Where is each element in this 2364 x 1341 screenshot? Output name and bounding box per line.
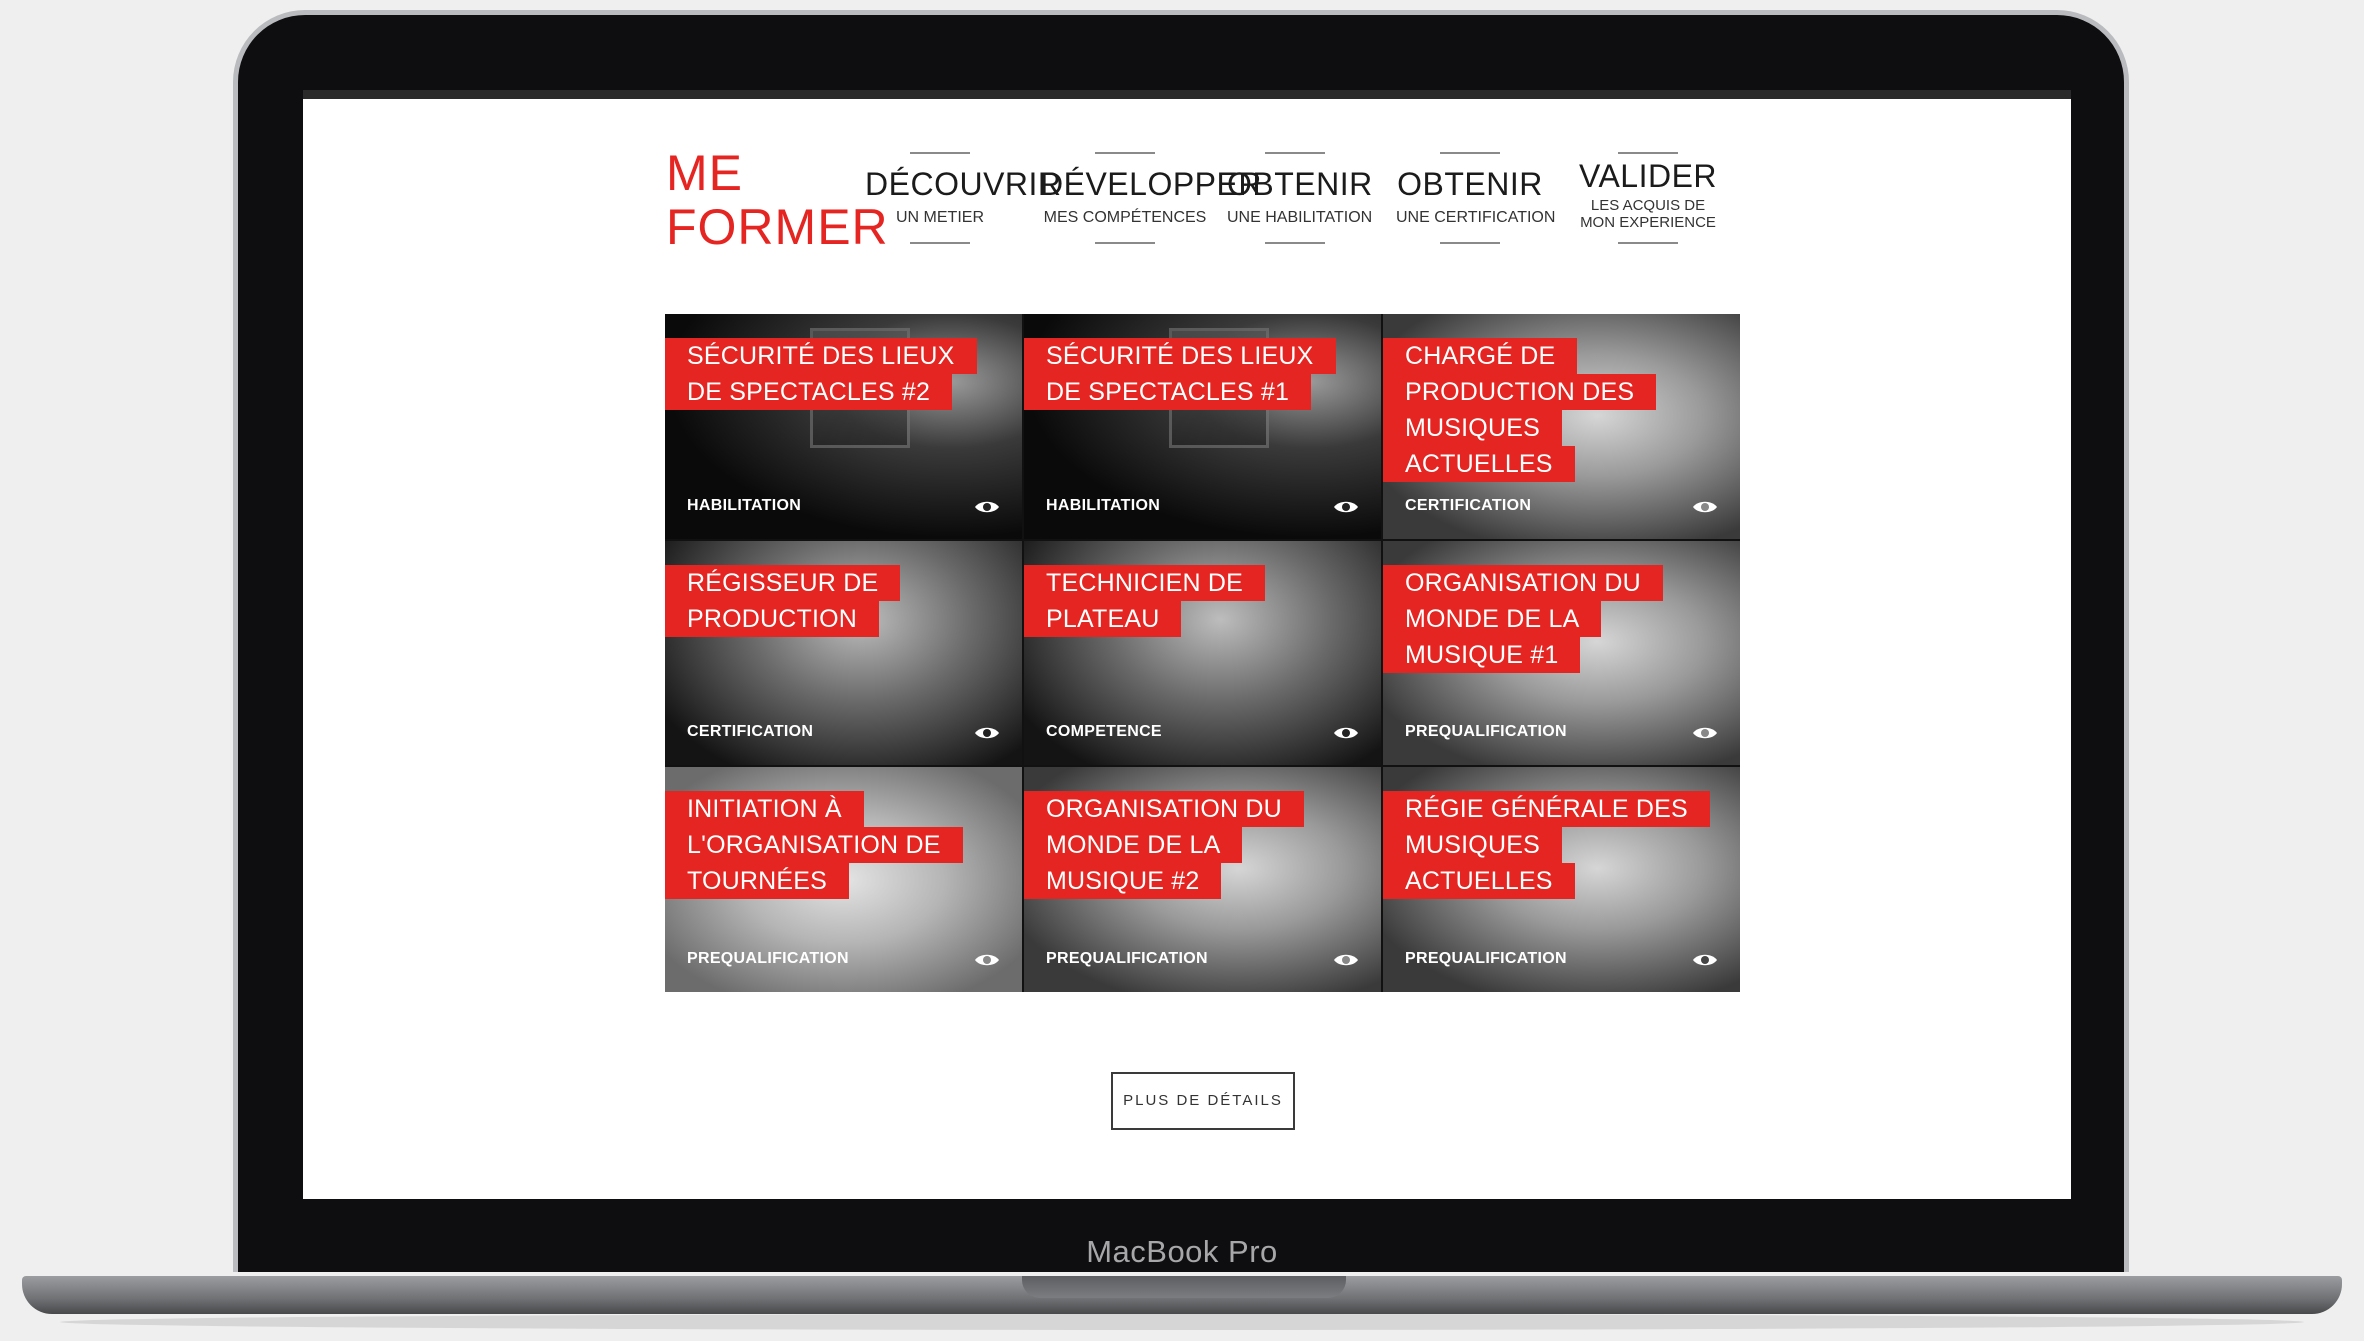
tile-title: INITIATION À L'ORGANISATION DE TOURNÉES <box>665 791 963 900</box>
tile-title: ORGANISATION DU MONDE DE LA MUSIQUE #2 <box>1024 791 1304 900</box>
tile-title: SÉCURITÉ DES LIEUX DE SPECTACLES #2 <box>665 338 977 410</box>
logo-line-2: FORMER <box>666 199 889 255</box>
nav-subtitle: LES ACQUIS DE MON EXPERIENCE <box>1580 197 1716 231</box>
tile-technicien-plateau[interactable]: TECHNICIEN DE PLATEAU COMPETENCE <box>1024 540 1381 766</box>
nav-item-valider[interactable]: VALIDER LES ACQUIS DE MON EXPERIENCE <box>1573 152 1723 244</box>
tile-title-line: PRODUCTION <box>665 600 880 637</box>
tile-category: HABILITATION <box>1046 496 1161 514</box>
tile-initiation-tournees[interactable]: INITIATION À L'ORGANISATION DE TOURNÉES … <box>665 767 1022 992</box>
eye-icon[interactable] <box>1333 725 1359 741</box>
tile-regie-generale[interactable]: RÉGIE GÉNÉRALE DES MUSIQUES ACTUELLES PR… <box>1383 767 1740 992</box>
tile-organisation-musique-2[interactable]: ORGANISATION DU MONDE DE LA MUSIQUE #2 P… <box>1024 767 1381 992</box>
tile-title-line: DE SPECTACLES #1 <box>1024 374 1312 410</box>
tile-title-line: L'ORGANISATION DE <box>665 827 963 864</box>
tile-title-line: MONDE DE LA <box>1024 827 1243 864</box>
tile-title: SÉCURITÉ DES LIEUX DE SPECTACLES #1 <box>1024 338 1336 410</box>
tile-category: PREQUALIFICATION <box>687 950 849 967</box>
eye-icon[interactable] <box>1692 725 1718 741</box>
laptop-mockup: MacBook Pro ME FORMER DÉCOUVRIR UN METIE… <box>0 0 2364 1341</box>
tile-title-line: RÉGIE GÉNÉRALE DES <box>1383 791 1710 828</box>
tile-title: RÉGIE GÉNÉRALE DES MUSIQUES ACTUELLES <box>1383 791 1710 900</box>
tile-title-line: TOURNÉES <box>665 863 850 900</box>
tile-title-line: MONDE DE LA <box>1383 600 1602 637</box>
tile-securite-1[interactable]: EXIT SÉCURITÉ DES LIEUX DE SPECTACLES #1… <box>1024 314 1381 539</box>
tile-regisseur-production[interactable]: RÉGISSEUR DE PRODUCTION CERTIFICATION <box>665 540 1022 766</box>
nav-item-decouvrir[interactable]: DÉCOUVRIR UN METIER <box>865 152 1062 244</box>
tile-category: CERTIFICATION <box>1405 496 1532 514</box>
tile-category: CERTIFICATION <box>687 723 814 741</box>
tile-title-line: PRODUCTION DES <box>1383 374 1657 410</box>
tile-title: ORGANISATION DU MONDE DE LA MUSIQUE #1 <box>1383 564 1663 673</box>
nav-subtitle: UNE CERTIFICATION <box>1396 209 1556 226</box>
device-label: MacBook Pro <box>1086 1234 1278 1269</box>
browser-screen: ME FORMER DÉCOUVRIR UN METIER DÉVELOPPER… <box>303 90 2071 1199</box>
training-grid: EXIT SÉCURITÉ DES LIEUX DE SPECTACLES #2… <box>665 314 1740 992</box>
tile-title-line: PLATEAU <box>1024 600 1182 637</box>
tile-organisation-musique-1[interactable]: ORGANISATION DU MONDE DE LA MUSIQUE #1 P… <box>1383 540 1740 766</box>
tile-title-line: CHARGÉ DE <box>1383 338 1578 374</box>
tile-title: TECHNICIEN DE PLATEAU <box>1024 564 1266 637</box>
nav-item-obtenir-habilitation[interactable]: OBTENIR UNE HABILITATION <box>1227 152 1373 244</box>
eye-icon[interactable] <box>974 499 1000 515</box>
tile-title-line: INITIATION À <box>665 791 864 828</box>
tile-title-line: ORGANISATION DU <box>1383 564 1663 601</box>
nav-title: VALIDER <box>1578 158 1718 194</box>
tile-title-line: RÉGISSEUR DE <box>665 564 901 601</box>
nav-title: OBTENIR <box>1397 166 1543 202</box>
nav-subtitle: UNE HABILITATION <box>1227 209 1373 226</box>
more-details-button[interactable]: PLUS DE DÉTAILS <box>1111 1072 1295 1130</box>
eye-icon[interactable] <box>974 725 1000 741</box>
nav-title: OBTENIR <box>1227 166 1373 202</box>
logo-line-1: ME <box>666 145 743 201</box>
eye-icon[interactable] <box>1333 499 1359 515</box>
tile-title-line: MUSIQUE #2 <box>1024 863 1222 900</box>
laptop-notch <box>1022 1276 1346 1298</box>
eye-icon[interactable] <box>974 952 1000 968</box>
nav-item-obtenir-certification[interactable]: OBTENIR UNE CERTIFICATION <box>1396 152 1556 244</box>
tile-category: PREQUALIFICATION <box>1405 950 1567 967</box>
screen-top-edge <box>303 90 2071 99</box>
tile-title-line: SÉCURITÉ DES LIEUX <box>1024 338 1336 374</box>
tile-category: PREQUALIFICATION <box>1405 723 1567 741</box>
laptop-shadow <box>60 1314 2304 1330</box>
tile-charge-production[interactable]: CHARGÉ DE PRODUCTION DES MUSIQUES ACTUEL… <box>1383 314 1740 539</box>
eye-icon[interactable] <box>1692 499 1718 515</box>
tile-title: RÉGISSEUR DE PRODUCTION <box>665 564 901 637</box>
nav-title: DÉCOUVRIR <box>865 166 1062 202</box>
tile-title-line: ACTUELLES <box>1383 863 1575 900</box>
nav-subtitle: MES COMPÉTENCES <box>1043 209 1207 226</box>
nav-title: DÉVELOPPER <box>1040 166 1262 202</box>
tile-title-line: TECHNICIEN DE <box>1024 564 1266 601</box>
tile-title-line: MUSIQUE #1 <box>1383 636 1581 673</box>
tile-title-line: DE SPECTACLES #2 <box>665 374 953 410</box>
nav-item-developper[interactable]: DÉVELOPPER MES COMPÉTENCES <box>1040 152 1262 244</box>
tile-title-line: MUSIQUES <box>1383 827 1562 864</box>
tile-title-line: ORGANISATION DU <box>1024 791 1304 828</box>
eye-icon[interactable] <box>1692 952 1718 968</box>
tile-securite-2[interactable]: EXIT SÉCURITÉ DES LIEUX DE SPECTACLES #2… <box>665 314 1022 539</box>
eye-icon[interactable] <box>1333 952 1359 968</box>
tile-category: PREQUALIFICATION <box>1046 950 1208 967</box>
tile-title-line: MUSIQUES <box>1383 410 1562 446</box>
tile-title: CHARGÉ DE PRODUCTION DES MUSIQUES ACTUEL… <box>1383 338 1657 482</box>
site-logo[interactable]: ME FORMER <box>666 146 889 254</box>
nav-subtitle: UN METIER <box>896 209 984 226</box>
tile-title-line: SÉCURITÉ DES LIEUX <box>665 338 977 374</box>
tile-title-line: ACTUELLES <box>1383 446 1575 482</box>
tile-category: COMPETENCE <box>1046 723 1162 741</box>
tile-category: HABILITATION <box>687 496 802 514</box>
